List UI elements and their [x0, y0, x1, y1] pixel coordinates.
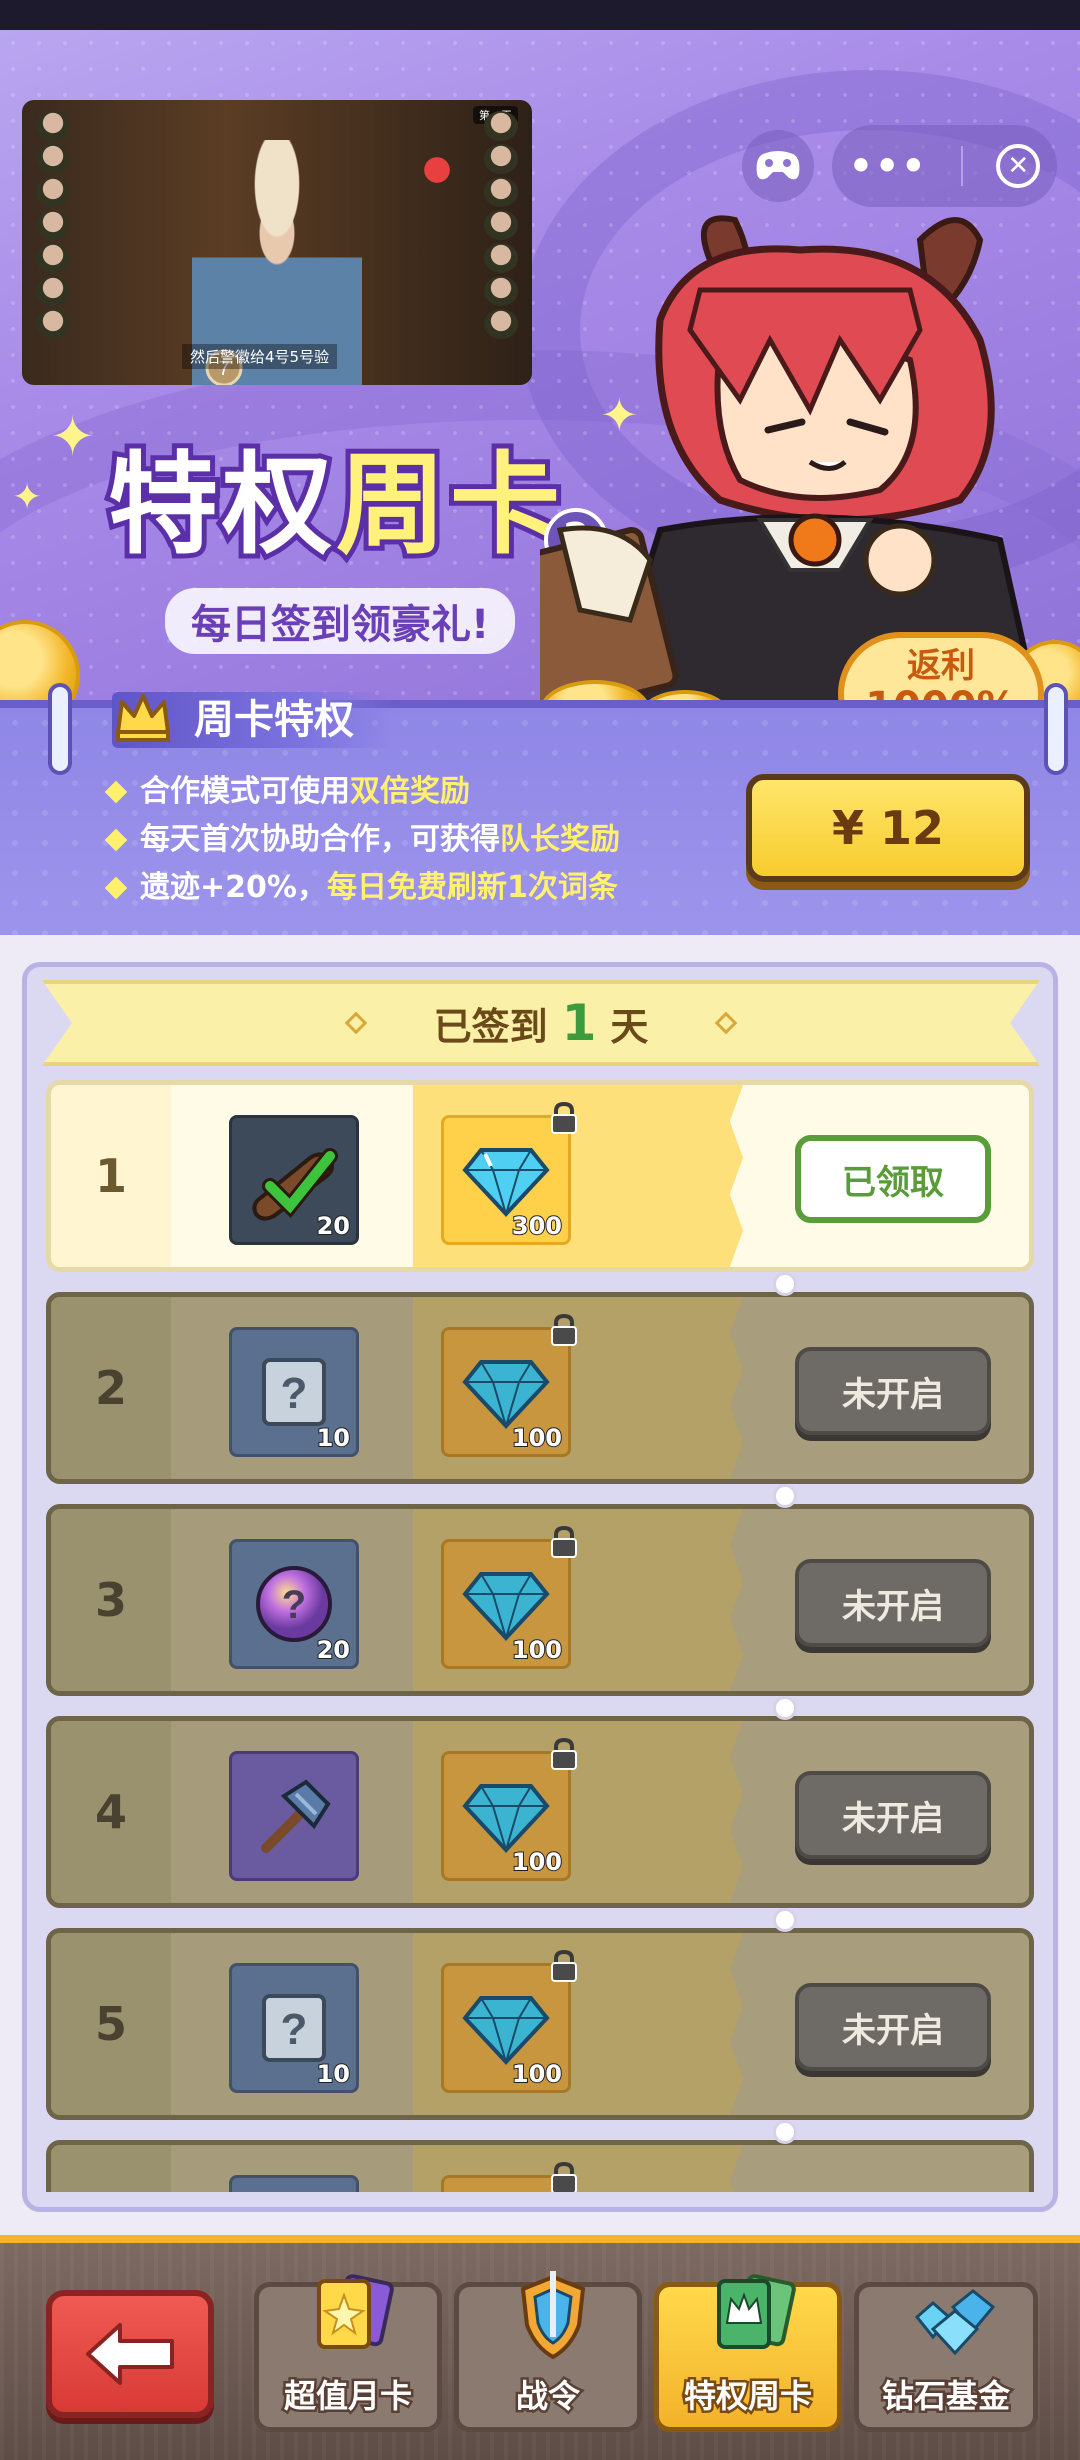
diamond-icon [462, 1572, 550, 1642]
reward-item-slot[interactable]: ? 10 [229, 1327, 359, 1457]
ticket-notch [773, 1696, 797, 1720]
day-number: 5 [94, 1997, 127, 2051]
day-number: 4 [94, 1785, 127, 1839]
reward-row: 4 100 未开启 [46, 1716, 1034, 1908]
crown-icon [116, 694, 170, 742]
signin-banner: 已签到 1 天 [42, 980, 1040, 1066]
tab-monthly-card[interactable]: 超值月卡 [254, 2274, 442, 2432]
video-caption: 然后警徽给4号5号验 [182, 344, 338, 369]
privilege-item: 遗迹+20%， 每日免费刷新1次词条 [104, 864, 620, 912]
not-open-button[interactable]: 未开启 [795, 1983, 991, 2071]
sparkle-icon: ✦ [12, 477, 43, 518]
page-title: 特权周卡 [103, 441, 565, 569]
reward-item-slot[interactable]: 20 [229, 1115, 359, 1245]
diamond-icon [462, 1148, 550, 1218]
reward-row: 3 ? 20 100 未开启 [46, 1504, 1034, 1696]
lock-icon [551, 2161, 577, 2192]
sparkle-icon: ✦ [50, 405, 96, 468]
player-list-left [30, 108, 76, 378]
ticket-notch [773, 2120, 797, 2144]
lock-icon [551, 1737, 577, 1770]
privilege-list: 合作模式可使用 双倍奖励 每天首次协助合作，可获得 队长奖励 遗迹+20%， 每日免费… [104, 768, 620, 912]
day-number: 1 [94, 1149, 127, 1203]
star-card-icon [317, 2274, 394, 2349]
diamond-icon [462, 1784, 550, 1854]
diamond-icon [462, 1360, 550, 1430]
diamond-icon [462, 1996, 550, 2066]
reward-list[interactable]: 1 20 300 已领取 2 ? 10 100 未开启 3 ? 20 100 未… [46, 1080, 1034, 2192]
reward-item-slot[interactable] [229, 2175, 359, 2192]
reward-item-slot[interactable]: ? 10 [229, 1963, 359, 2093]
diamond-pile-icon [914, 2289, 996, 2356]
game-controller-icon [756, 151, 800, 180]
lock-icon [551, 1525, 577, 1558]
lock-icon [551, 1949, 577, 1982]
day-number: 3 [94, 1573, 127, 1627]
close-icon[interactable]: ✕ [996, 144, 1041, 188]
tab-diamond-fund[interactable]: 钻石基金 [854, 2282, 1038, 2432]
hammer-icon [261, 1779, 331, 1853]
ticket-notch [773, 1908, 797, 1932]
not-open-button[interactable]: 未开启 [795, 1559, 991, 1647]
panel-tab [48, 683, 72, 775]
privilege-item: 合作模式可使用 双倍奖励 [104, 768, 620, 816]
game-controller-button[interactable] [742, 130, 814, 202]
reward-row: 1 20 300 已领取 [46, 1080, 1034, 1272]
ticket-notch [773, 1484, 797, 1508]
sword-shield-icon [520, 2271, 586, 2360]
status-bar [0, 0, 1080, 30]
not-open-button[interactable]: 未开启 [795, 1771, 991, 1859]
ticket-notch [773, 1272, 797, 1296]
day-number: 2 [94, 1361, 127, 1415]
player-list-right [478, 108, 524, 378]
crown-card-icon [717, 2274, 796, 2349]
live-video-window[interactable]: 7 第一天 然后警徽给4号5号验 [22, 100, 532, 385]
svg-text:?: ? [281, 2005, 308, 2054]
reward-row: 2 ? 10 100 未开启 [46, 1292, 1034, 1484]
reward-row [46, 2140, 1034, 2192]
lock-icon [551, 1313, 577, 1346]
panel-tab [1044, 683, 1068, 775]
claimed-button[interactable]: 已领取 [795, 1135, 991, 1223]
reward-item-slot[interactable] [229, 1751, 359, 1881]
privilege-item: 每天首次协助合作，可获得 队长奖励 [104, 816, 620, 864]
red-lamp-image [417, 140, 457, 190]
not-open-button[interactable]: 未开启 [795, 1347, 991, 1435]
lock-icon [551, 1101, 577, 1134]
back-arrow-icon [86, 2323, 174, 2385]
reward-item-slot[interactable]: ? 20 [229, 1539, 359, 1669]
buy-button[interactable]: ¥ 12 [746, 774, 1030, 882]
page-subtitle: 每日签到领豪礼! [165, 588, 516, 654]
back-button[interactable] [46, 2290, 214, 2418]
svg-text:?: ? [282, 1583, 306, 1627]
svg-text:?: ? [281, 1369, 308, 1418]
more-button[interactable]: ••• [849, 147, 928, 185]
mini-program-capsule: ••• ✕ [832, 125, 1057, 207]
tab-battle-pass[interactable]: 战令 [454, 2271, 642, 2432]
tab-weekly-card[interactable]: 特权周卡 [654, 2274, 842, 2432]
reward-row: 5 ? 10 100 未开启 [46, 1928, 1034, 2120]
